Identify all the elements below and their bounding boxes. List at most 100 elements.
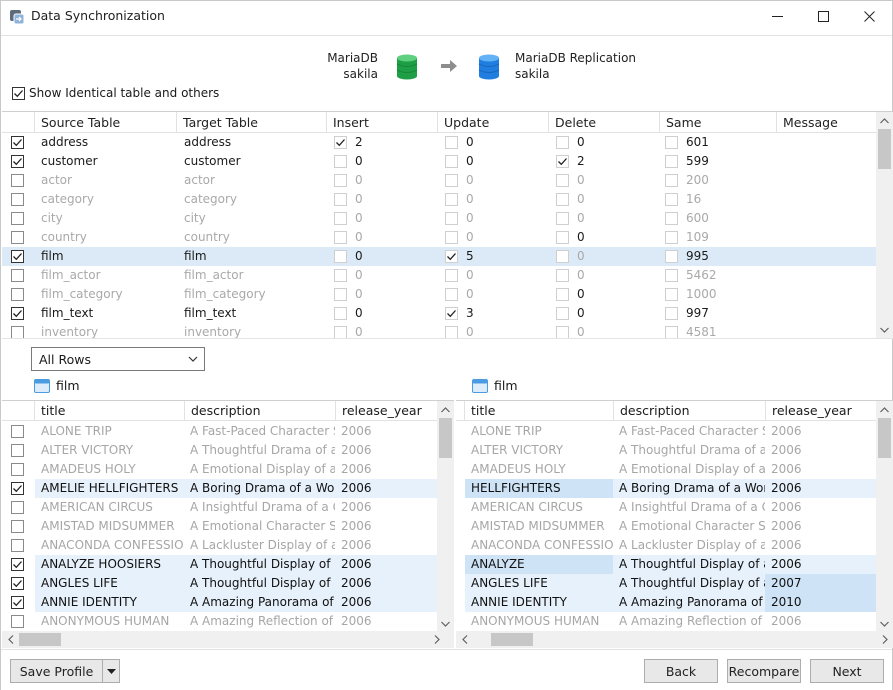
row-include-checkbox[interactable] <box>11 520 24 533</box>
right-grid-vscroll-thumb[interactable] <box>878 418 891 458</box>
table-row[interactable]: address address 2 0 0 601 <box>2 133 876 152</box>
close-button[interactable] <box>846 1 892 31</box>
same-checkbox[interactable] <box>665 269 678 282</box>
col-delete[interactable]: Delete <box>548 112 659 133</box>
delete-checkbox[interactable] <box>556 231 569 244</box>
tables-grid-scrollbar[interactable] <box>876 112 893 338</box>
scroll-up-button[interactable] <box>437 401 454 418</box>
minimize-button[interactable] <box>754 1 800 31</box>
maximize-button[interactable] <box>800 1 846 31</box>
left-col-release-year[interactable]: release_year <box>335 401 440 421</box>
same-checkbox-cell[interactable] <box>665 212 678 228</box>
table-include-checkbox[interactable] <box>11 136 24 149</box>
update-checkbox-cell[interactable] <box>445 212 458 228</box>
same-checkbox[interactable] <box>665 136 678 149</box>
row-include-cell[interactable] <box>11 615 24 631</box>
table-include-cell[interactable] <box>11 250 24 265</box>
data-row[interactable]: ANALYZE HOOSIERS A Thoughtful Display of … <box>2 555 440 574</box>
update-checkbox-cell[interactable] <box>445 326 458 338</box>
insert-checkbox[interactable] <box>334 174 347 187</box>
data-row[interactable]: HELLFIGHTERSA Boring Drama of a Woma2006 <box>456 479 876 498</box>
same-checkbox-cell[interactable] <box>665 307 678 323</box>
col-source-table[interactable]: Source Table <box>34 112 176 133</box>
right-grid-vscrollbar[interactable] <box>876 401 893 632</box>
delete-checkbox-cell[interactable] <box>556 212 569 228</box>
table-include-cell[interactable] <box>11 307 24 322</box>
delete-checkbox-cell[interactable] <box>556 136 569 152</box>
left-grid-vscroll-thumb[interactable] <box>439 418 452 458</box>
delete-checkbox-cell[interactable] <box>556 326 569 338</box>
update-checkbox[interactable] <box>445 231 458 244</box>
insert-checkbox-cell[interactable] <box>334 136 347 151</box>
insert-checkbox[interactable] <box>334 326 347 338</box>
update-checkbox-cell[interactable] <box>445 136 458 152</box>
row-include-cell[interactable] <box>11 577 24 592</box>
table-include-checkbox[interactable] <box>11 212 24 225</box>
insert-checkbox[interactable] <box>334 231 347 244</box>
table-include-cell[interactable] <box>11 269 24 285</box>
table-row[interactable]: customer customer 0 0 2 599 <box>2 152 876 171</box>
scroll-down-button[interactable] <box>876 615 893 632</box>
data-row[interactable]: ANACONDA CONFESSIO A Lackluster Display o… <box>456 536 876 555</box>
insert-checkbox[interactable] <box>334 307 347 320</box>
update-checkbox-cell[interactable] <box>445 193 458 209</box>
insert-checkbox-cell[interactable] <box>334 174 347 190</box>
insert-checkbox-cell[interactable] <box>334 288 347 304</box>
row-include-checkbox[interactable] <box>11 425 24 438</box>
insert-checkbox-cell[interactable] <box>334 269 347 285</box>
delete-checkbox-cell[interactable] <box>556 288 569 304</box>
same-checkbox[interactable] <box>665 288 678 301</box>
insert-checkbox[interactable] <box>334 288 347 301</box>
update-checkbox-cell[interactable] <box>445 288 458 304</box>
insert-checkbox-cell[interactable] <box>334 231 347 247</box>
row-include-cell[interactable] <box>11 520 24 536</box>
same-checkbox[interactable] <box>665 212 678 225</box>
data-row[interactable]: AMERICAN CIRCUS A Insightful Drama of a G… <box>456 498 876 517</box>
right-grid-hscroll-thumb[interactable] <box>491 633 533 646</box>
next-button[interactable]: Next <box>810 659 884 683</box>
table-include-checkbox[interactable] <box>11 231 24 244</box>
same-checkbox[interactable] <box>665 307 678 320</box>
same-checkbox-cell[interactable] <box>665 269 678 285</box>
table-include-cell[interactable] <box>11 212 24 228</box>
left-col-title[interactable]: title <box>34 401 184 421</box>
table-include-checkbox[interactable] <box>11 174 24 187</box>
update-checkbox[interactable] <box>445 174 458 187</box>
data-row[interactable]: AMISTAD MIDSUMMER A Emotional Character S… <box>2 517 440 536</box>
table-row[interactable]: film_actor film_actor 0 0 0 5462 <box>2 266 876 285</box>
delete-checkbox[interactable] <box>556 174 569 187</box>
insert-checkbox-cell[interactable] <box>334 326 347 338</box>
left-grid-hscroll-thumb[interactable] <box>19 633 61 646</box>
row-include-cell[interactable] <box>11 596 24 611</box>
insert-checkbox-cell[interactable] <box>334 250 347 266</box>
table-row[interactable]: film film 0 5 0 995 <box>2 247 876 266</box>
delete-checkbox[interactable] <box>556 250 569 263</box>
table-include-checkbox[interactable] <box>11 250 24 263</box>
table-include-cell[interactable] <box>11 136 24 151</box>
table-row[interactable]: actor actor 0 0 0 200 <box>2 171 876 190</box>
delete-checkbox-cell[interactable] <box>556 155 569 170</box>
data-row[interactable]: ANGLES LIFEA Thoughtful Display of a W20… <box>2 574 440 593</box>
table-include-checkbox[interactable] <box>11 155 24 168</box>
update-checkbox[interactable] <box>445 250 458 263</box>
data-row[interactable]: ANALYZEA Thoughtful Display of a E2006 <box>456 555 876 574</box>
data-row[interactable]: AMERICAN CIRCUS A Insightful Drama of a G… <box>2 498 440 517</box>
row-include-cell[interactable] <box>11 482 24 497</box>
table-include-cell[interactable] <box>11 288 24 304</box>
update-checkbox[interactable] <box>445 212 458 225</box>
delete-checkbox[interactable] <box>556 136 569 149</box>
data-row[interactable]: ANGLES LIFEA Thoughtful Display of a W20… <box>456 574 876 593</box>
row-include-cell[interactable] <box>11 425 24 441</box>
data-row[interactable]: ALONE TRIP A Fast-Paced Character Stud 200… <box>456 422 876 441</box>
delete-checkbox-cell[interactable] <box>556 231 569 247</box>
data-row[interactable]: ANONYMOUS HUMAN A Amazing Reflection of a… <box>2 612 440 631</box>
delete-checkbox-cell[interactable] <box>556 174 569 190</box>
update-checkbox-cell[interactable] <box>445 231 458 247</box>
row-include-checkbox[interactable] <box>11 444 24 457</box>
update-checkbox[interactable] <box>445 155 458 168</box>
table-include-checkbox[interactable] <box>11 307 24 320</box>
data-row[interactable]: ALONE TRIP A Fast-Paced Character Stud 200… <box>2 422 440 441</box>
scroll-down-button[interactable] <box>437 615 454 632</box>
update-checkbox[interactable] <box>445 193 458 206</box>
row-include-cell[interactable] <box>11 501 24 517</box>
